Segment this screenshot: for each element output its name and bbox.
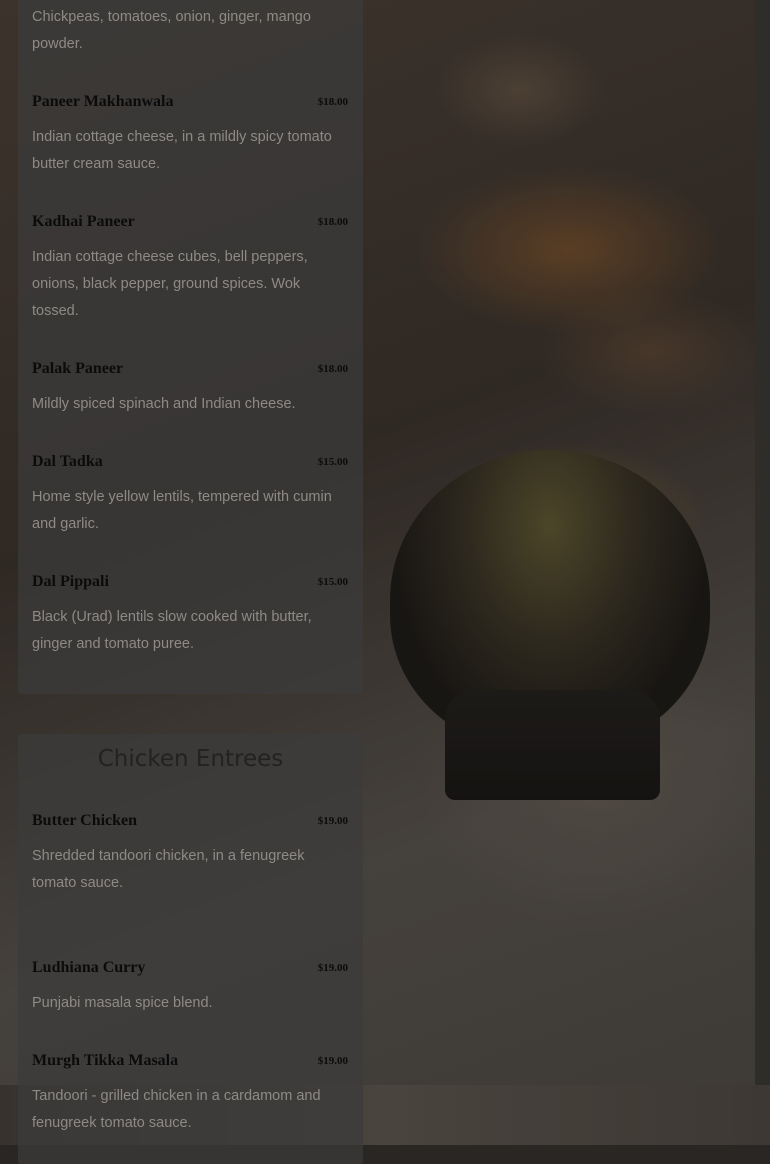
menu-item: Dal Tadka $15.00 Home style yellow lenti… — [32, 453, 348, 532]
menu-item-price: $15.00 — [317, 576, 348, 588]
menu-item-price: $18.00 — [317, 363, 348, 375]
menu-item-header: Paneer Makhanwala $18.00 — [32, 93, 348, 119]
menu-item-price: $18.00 — [317, 96, 348, 108]
menu-item-header: Ludhiana Curry $19.00 — [32, 959, 348, 985]
menu-item-description: Chickpeas, tomatoes, onion, ginger, mang… — [32, 9, 311, 52]
menu-item-price: $19.00 — [317, 1055, 348, 1067]
menu-item: Ludhiana Curry $19.00 Punjabi masala spi… — [32, 959, 348, 1011]
chicken-entrees-card: Chicken Entrees Butter Chicken $19.00 Sh… — [18, 734, 363, 1164]
menu-item-description: Indian cottage cheese, in a mildly spicy… — [32, 129, 332, 172]
menu-item-name: Ludhiana Curry — [32, 959, 146, 976]
menu-item-description: Mildly spiced spinach and Indian cheese. — [32, 396, 296, 412]
menu-item-description: Tandoori - grilled chicken in a cardamom… — [32, 1088, 321, 1131]
menu-item-description: Black (Urad) lentils slow cooked with bu… — [32, 609, 312, 652]
menu-item: Palak Paneer $18.00 Mildly spiced spinac… — [32, 360, 348, 412]
menu-item-name: Kadhai Paneer — [32, 213, 135, 230]
menu-item-description: Shredded tandoori chicken, in a fenugree… — [32, 848, 305, 891]
menu-item-name: Dal Pippali — [32, 573, 109, 590]
menu-item-header: Palak Paneer $18.00 — [32, 360, 348, 386]
menu-item-header: Kadhai Paneer $18.00 — [32, 213, 348, 239]
menu-item-header: Dal Tadka $15.00 — [32, 453, 348, 479]
menu-item-description: Indian cottage cheese cubes, bell pepper… — [32, 249, 308, 319]
menu-item: Paneer Makhanwala $18.00 Indian cottage … — [32, 93, 348, 172]
menu-item-price: $19.00 — [317, 962, 348, 974]
menu-item-header: Murgh Tikka Masala $19.00 — [32, 1052, 348, 1078]
section-title: Chicken Entrees — [97, 746, 284, 772]
menu-item-price: $19.00 — [317, 815, 348, 827]
menu-item: Butter Chicken $19.00 Shredded tandoori … — [32, 812, 348, 891]
menu-item-name: Dal Tadka — [32, 453, 103, 470]
menu-item: Kadhai Paneer $18.00 Indian cottage chee… — [32, 213, 348, 319]
menu-item-price: $18.00 — [317, 216, 348, 228]
menu-item: Murgh Tikka Masala $19.00 Tandoori - gri… — [32, 1052, 348, 1131]
menu-item-price: $15.00 — [317, 456, 348, 468]
menu-item: Dal Pippali $15.00 Black (Urad) lentils … — [32, 573, 348, 652]
vegetarian-menu-card: Chickpeas, tomatoes, onion, ginger, mang… — [18, 0, 363, 694]
menu-item-header: Dal Pippali $15.00 — [32, 573, 348, 599]
menu-item-name: Palak Paneer — [32, 360, 124, 377]
menu-item-description: Punjabi masala spice blend. — [32, 995, 213, 1011]
menu-item-name: Paneer Makhanwala — [32, 93, 174, 110]
menu-item-header: Butter Chicken $19.00 — [32, 812, 348, 838]
menu-item-name: Butter Chicken — [32, 812, 138, 829]
menu-item-description: Home style yellow lentils, tempered with… — [32, 489, 332, 532]
menu-item-name: Murgh Tikka Masala — [32, 1052, 179, 1069]
